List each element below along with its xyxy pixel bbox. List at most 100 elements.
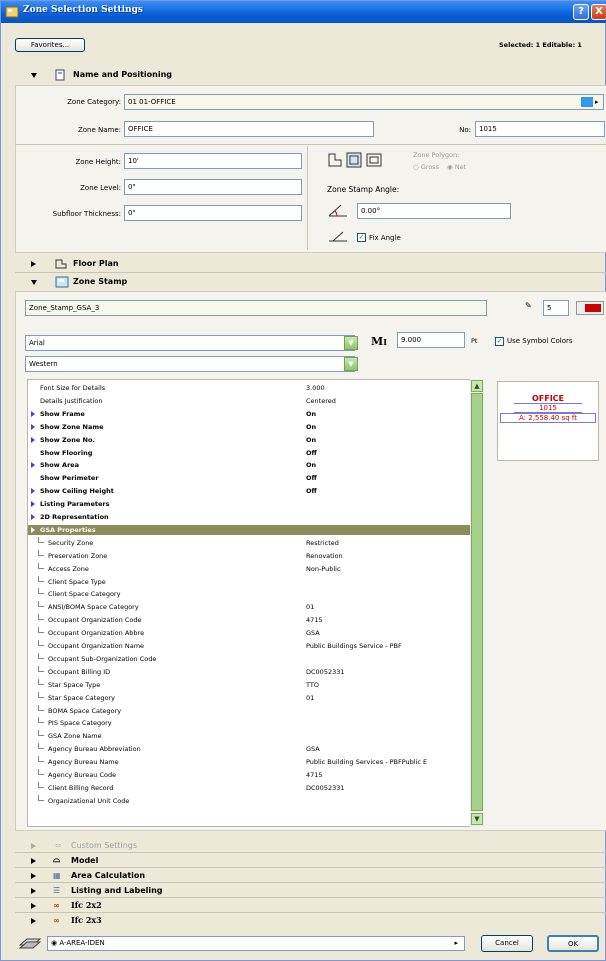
section-area-calculation[interactable]: ▦ Area Calculation — [15, 869, 606, 882]
parameter-value[interactable]: 01 — [306, 602, 314, 612]
section-ifc-2x3[interactable]: ∞ Ifc 2x3 — [15, 914, 606, 927]
parameter-value[interactable]: DC0052331 — [306, 783, 345, 793]
zone-height-input[interactable]: 10' — [124, 153, 302, 169]
parameter-value[interactable]: 4715 — [306, 615, 323, 625]
parameter-list[interactable]: Font Size for Details 3.000 Details Justif… — [27, 379, 484, 827]
parameter-row[interactable]: Show Zone Name On — [28, 422, 483, 432]
parameter-row[interactable]: BOMA Space Category — [28, 704, 483, 716]
parameter-row[interactable]: Show Frame On — [28, 409, 483, 419]
parameter-row[interactable]: Agency Bureau Name Public Building Servic… — [28, 756, 483, 767]
parameter-row[interactable]: Show Flooring Off — [28, 448, 483, 458]
pen-number-input[interactable]: 5 — [543, 300, 569, 316]
zone-name-input[interactable]: OFFICE — [124, 121, 374, 137]
section-zone-stamp[interactable]: Zone Stamp — [15, 274, 606, 290]
parameter-value[interactable]: Public Building Services - PBFPublic E — [306, 757, 427, 767]
parameter-value[interactable]: Off — [306, 473, 317, 483]
parameter-row[interactable]: PIS Space Category — [28, 717, 483, 728]
parameter-value[interactable]: 4715 — [306, 770, 323, 780]
parameter-value[interactable]: GSA — [306, 628, 320, 638]
expand-arrow-icon[interactable] — [31, 903, 36, 909]
scrollbar-thumb[interactable] — [471, 393, 483, 811]
script-select[interactable]: Western — [25, 356, 355, 372]
scroll-up-button[interactable]: ▲ — [471, 380, 483, 392]
title-bar[interactable]: Zone Selection Settings ? X — [1, 1, 606, 23]
expand-arrow-icon[interactable] — [31, 410, 35, 417]
parameter-value[interactable]: DC0052331 — [306, 667, 345, 677]
parameter-row[interactable]: Organizational Unit Code — [28, 794, 483, 806]
parameter-row[interactable]: Agency Bureau Abbreviation GSA — [28, 743, 483, 754]
parameter-row[interactable]: Occupant Billing ID DC0052331 — [28, 665, 483, 677]
parameter-value[interactable]: On — [306, 435, 316, 445]
ok-button[interactable]: OK — [547, 935, 599, 952]
gross-radio[interactable]: ○ Gross — [413, 163, 439, 171]
favorites-button[interactable]: Favorites... — [15, 38, 85, 52]
close-button[interactable]: X — [591, 4, 606, 20]
collapse-arrow-icon[interactable] — [31, 280, 37, 285]
parameter-value[interactable]: GSA — [306, 744, 320, 754]
parameter-row[interactable]: Show Perimeter Off — [28, 473, 483, 483]
parameter-value[interactable]: Restricted — [306, 538, 339, 548]
section-floor-plan[interactable]: Floor Plan — [15, 256, 606, 272]
zone-category-select[interactable]: 01 01-OFFICE — [124, 94, 604, 110]
parameter-value[interactable]: 01 — [306, 693, 314, 703]
parameter-value[interactable]: Public Buildings Service - PBF — [306, 641, 402, 651]
use-symbol-colors-checkbox[interactable]: ✓ — [495, 337, 504, 346]
parameter-row[interactable]: GSA Zone Name — [28, 730, 483, 741]
parameter-value[interactable]: Renovation — [306, 551, 343, 561]
help-button[interactable]: ? — [573, 4, 589, 20]
parameter-value[interactable]: On — [306, 422, 316, 432]
parameter-row[interactable]: Show Ceiling Height Off — [28, 486, 483, 496]
parameter-row[interactable]: Access Zone Non-Public — [28, 562, 483, 574]
parameter-row[interactable]: Preservation Zone Renovation — [28, 549, 483, 561]
parameter-row[interactable]: Security Zone Restricted — [28, 536, 483, 548]
parameter-value[interactable]: 3.000 — [306, 383, 325, 393]
parameter-value[interactable]: Non-Public — [306, 564, 341, 574]
layer-select[interactable]: ◉ A-AREA-IDEN ▸ — [47, 936, 465, 951]
parameter-row[interactable]: Agency Bureau Code 4715 — [28, 769, 483, 780]
net-radio[interactable]: ◉ Net — [447, 163, 466, 171]
parameter-row[interactable]: Client Space Type — [28, 575, 483, 587]
parameter-row[interactable]: Details Justification Centered — [28, 396, 483, 406]
chevron-right-icon[interactable]: ▸ — [595, 98, 599, 106]
parameter-row[interactable]: Show Zone No. On — [28, 435, 483, 445]
expand-arrow-icon[interactable] — [31, 873, 36, 879]
section-ifc-2x2[interactable]: ∞ Ifc 2x2 — [15, 899, 606, 912]
stamp-name-field[interactable]: Zone_Stamp_GSA_3 — [25, 300, 487, 316]
zone-polygon-mode-icons[interactable] — [327, 151, 387, 169]
section-model[interactable]: ⌓ Model — [15, 854, 606, 867]
expand-arrow-icon[interactable] — [31, 462, 35, 469]
zone-level-input[interactable]: 0" — [124, 179, 302, 195]
parameter-list-scrollbar[interactable]: ▲ ▼ — [470, 379, 484, 827]
parameter-row[interactable]: Client Space Category — [28, 588, 483, 599]
parameter-value[interactable]: On — [306, 409, 316, 419]
expand-arrow-icon[interactable] — [31, 888, 36, 894]
parameter-row[interactable]: ANSI/BOMA Space Category 01 — [28, 601, 483, 612]
section-custom-settings[interactable]: ⚏ Custom Settings — [15, 839, 606, 852]
expand-arrow-icon[interactable] — [31, 526, 35, 533]
parameter-row[interactable]: Client Billing Record DC0052331 — [28, 781, 483, 793]
parameter-value[interactable]: TTO — [306, 680, 319, 690]
scroll-down-button[interactable]: ▼ — [471, 813, 483, 825]
chevron-down-icon[interactable]: ▼ — [344, 357, 358, 371]
pen-color-picker[interactable] — [576, 301, 604, 315]
section-name-positioning[interactable]: Name and Positioning — [15, 67, 606, 83]
parameter-value[interactable]: Off — [306, 448, 317, 458]
subfloor-thickness-input[interactable]: 0" — [124, 205, 302, 221]
expand-arrow-icon[interactable] — [31, 501, 35, 508]
expand-arrow-icon[interactable] — [31, 423, 35, 430]
parameter-row[interactable]: Occupant Organization Name Public Buildin… — [28, 640, 483, 651]
parameter-row[interactable]: Listing Parameters — [28, 499, 483, 509]
parameter-value[interactable]: Centered — [306, 396, 336, 406]
parameter-row[interactable]: GSA Properties — [28, 524, 483, 535]
parameter-value[interactable]: On — [306, 460, 316, 470]
parameter-row[interactable]: Show Area On — [28, 460, 483, 470]
parameter-row[interactable]: 2D Representation — [28, 512, 483, 522]
chevron-down-icon[interactable]: ▼ — [344, 336, 358, 350]
fix-angle-checkbox[interactable]: ✓ — [357, 233, 366, 242]
parameter-row[interactable]: Star Space Type TTO — [28, 678, 483, 690]
stamp-angle-input[interactable]: 0.00° — [357, 203, 511, 219]
font-select[interactable]: Arial — [25, 335, 355, 351]
parameter-row[interactable]: Occupant Organization Code 4715 — [28, 614, 483, 625]
expand-arrow-icon[interactable] — [31, 436, 35, 443]
cancel-button[interactable]: Cancel — [481, 935, 533, 952]
